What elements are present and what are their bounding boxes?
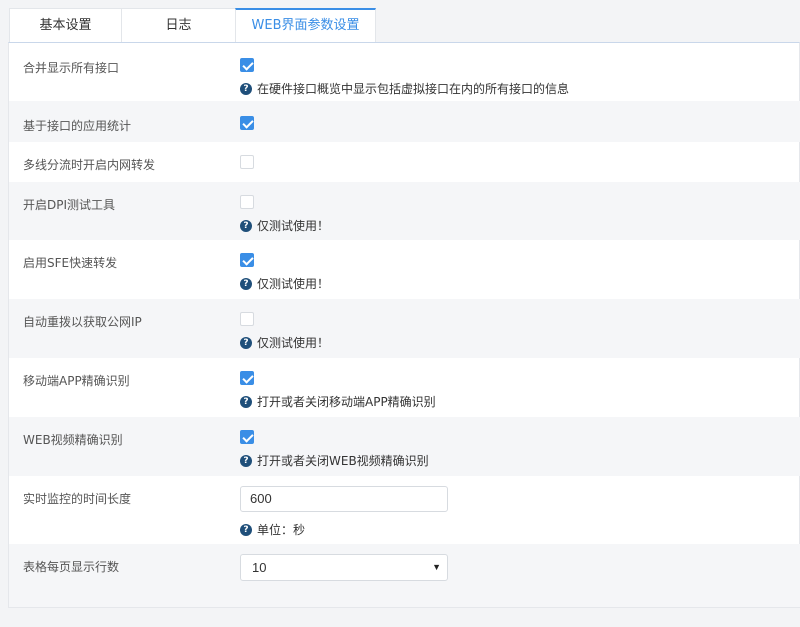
select-value: 10 [252,560,267,575]
setting-row-redial: 自动重拨以获取公网IP ? 仅测试使用！ [9,299,800,358]
caret-down-icon: ▼ [432,562,441,572]
tab-basic-settings[interactable]: 基本设置 [9,8,122,42]
tab-bar: 基本设置 日志 WEB界面参数设置 [0,0,800,43]
help-text-content: 仅测试使用！ [257,277,330,291]
setting-label: 开启DPI测试工具 [23,198,116,212]
setting-row-dpi-tool: 开启DPI测试工具 ? 仅测试使用！ [9,182,800,240]
help-text-content: 打开或者关闭移动端APP精确识别 [257,395,436,409]
help-text: ? 打开或者关闭WEB视频精确识别 [240,452,429,469]
question-circle-icon: ? [240,82,252,95]
help-text: ? 仅测试使用！ [240,275,329,292]
question-circle-icon: ? [240,336,252,349]
help-text-content: 仅测试使用！ [257,219,330,233]
help-text: ? 打开或者关闭移动端APP精确识别 [240,393,436,410]
help-text: ? 在硬件接口概览中显示包括虚拟接口在内的所有接口的信息 [240,80,569,97]
question-circle-icon: ? [240,395,252,408]
help-text: ? 仅测试使用！ [240,217,329,234]
redial-checkbox[interactable] [240,312,254,326]
setting-label: 表格每页显示行数 [23,560,120,574]
setting-row-sfe: 启用SFE快速转发 ? 仅测试使用！ [9,240,800,299]
multiline-checkbox[interactable] [240,155,254,169]
help-text: ? 单位：秒 [240,521,305,538]
question-circle-icon: ? [240,277,252,290]
rows-per-page-select[interactable]: 10 ▼ [240,554,448,581]
help-text-content: 单位：秒 [257,523,306,537]
settings-panel: 合并显示所有接口 ? 在硬件接口概览中显示包括虚拟接口在内的所有接口的信息 基于… [8,42,800,608]
monitor-time-input[interactable]: 600 [240,486,448,512]
setting-row-app-stats: 基于接口的应用统计 [9,101,800,142]
help-text-content: 仅测试使用！ [257,336,330,350]
setting-label: 基于接口的应用统计 [23,119,132,133]
tab-web-ui-params[interactable]: WEB界面参数设置 [235,8,376,43]
setting-label: 自动重拨以获取公网IP [23,315,142,329]
setting-label: 多线分流时开启内网转发 [23,158,156,172]
setting-label: 启用SFE快速转发 [23,256,118,270]
question-circle-icon: ? [240,523,252,536]
setting-row-merge-interfaces: 合并显示所有接口 ? 在硬件接口概览中显示包括虚拟接口在内的所有接口的信息 [9,43,800,101]
question-circle-icon: ? [240,219,252,232]
help-text-content: 打开或者关闭WEB视频精确识别 [257,454,429,468]
setting-label: WEB视频精确识别 [23,433,123,447]
setting-row-rows-per-page: 表格每页显示行数 10 ▼ [9,544,800,607]
setting-label: 实时监控的时间长度 [23,492,132,506]
web-video-checkbox[interactable] [240,430,254,444]
setting-row-web-video: WEB视频精确识别 ? 打开或者关闭WEB视频精确识别 [9,417,800,476]
setting-row-mobile-app: 移动端APP精确识别 ? 打开或者关闭移动端APP精确识别 [9,358,800,417]
sfe-checkbox[interactable] [240,253,254,267]
mobile-app-checkbox[interactable] [240,371,254,385]
setting-label: 合并显示所有接口 [23,61,120,75]
help-text-content: 在硬件接口概览中显示包括虚拟接口在内的所有接口的信息 [257,82,570,96]
setting-row-monitor-time: 实时监控的时间长度 600 ? 单位：秒 [9,476,800,544]
merge-interfaces-checkbox[interactable] [240,58,254,72]
tab-log[interactable]: 日志 [121,8,236,42]
app-stats-checkbox[interactable] [240,116,254,130]
question-circle-icon: ? [240,454,252,467]
help-text: ? 仅测试使用！ [240,334,329,351]
setting-label: 移动端APP精确识别 [23,374,130,388]
dpi-tool-checkbox[interactable] [240,195,254,209]
setting-row-multiline: 多线分流时开启内网转发 [9,142,800,182]
